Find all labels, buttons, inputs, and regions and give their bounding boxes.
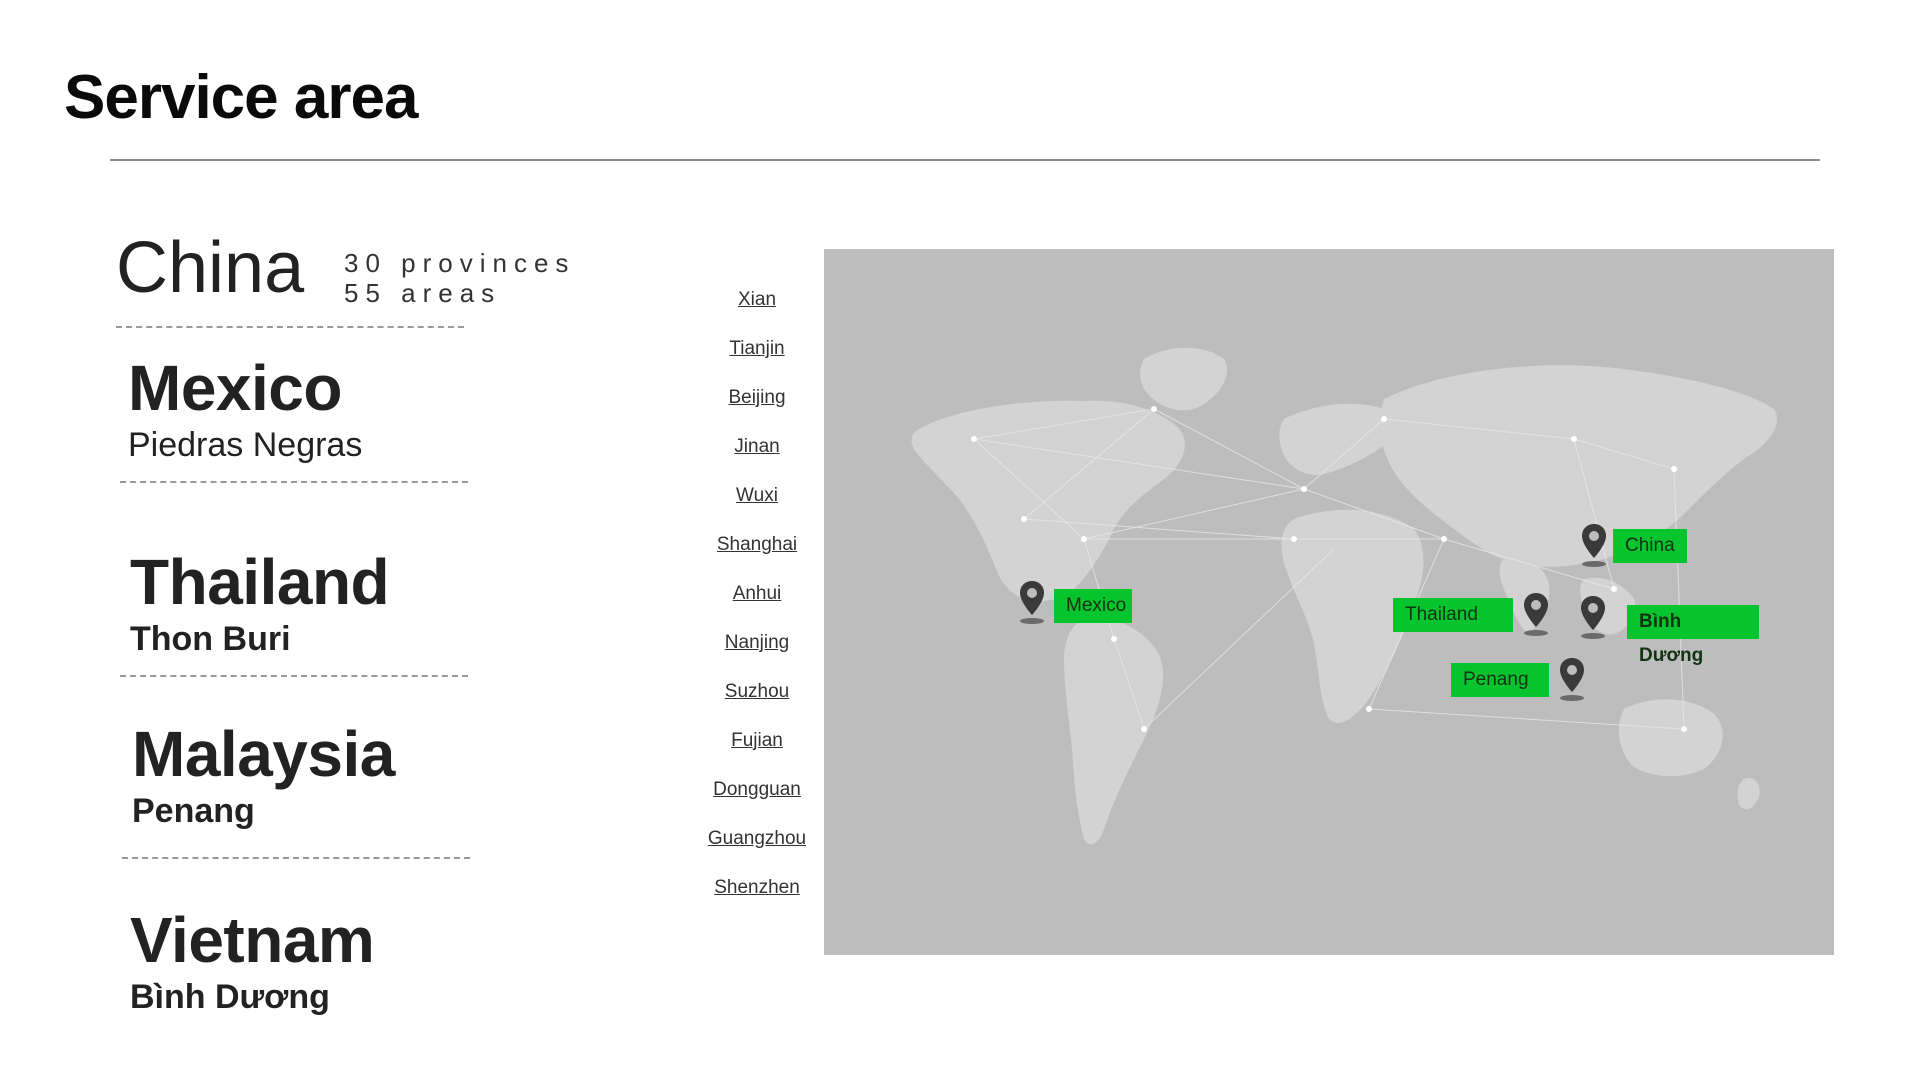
city-list: Xian Tianjin Beijing Jinan Wuxi Shanghai… [700, 280, 814, 917]
city-link-guangzhou[interactable]: Guangzhou [700, 819, 814, 868]
page-title: Service area [64, 63, 418, 132]
city-link-anhui[interactable]: Anhui [700, 574, 814, 623]
map-label-binh-duong[interactable]: Bình Dương [1627, 605, 1759, 666]
city-link-suzhou[interactable]: Suzhou [700, 672, 814, 721]
country-location: Piedras Negras [128, 426, 363, 464]
map-label-thailand[interactable]: Thailand [1393, 598, 1513, 632]
country-thailand: Thailand Thon Buri [130, 550, 550, 659]
country-name: Mexico [128, 352, 342, 424]
location-pin-icon[interactable] [1521, 591, 1551, 637]
china-areas: 55 areas [344, 278, 502, 308]
country-location: Bình Dương [130, 978, 330, 1016]
country-china-name: China [116, 228, 305, 308]
location-pin-icon[interactable] [1579, 522, 1609, 568]
divider-mexico [120, 481, 468, 483]
city-link-tianjin[interactable]: Tianjin [700, 329, 814, 378]
greenland [1140, 347, 1228, 411]
country-vietnam: Vietnam Bình Dương [130, 908, 550, 1017]
city-link-nanjing[interactable]: Nanjing [700, 623, 814, 672]
city-link-fujian[interactable]: Fujian [700, 721, 814, 770]
new-zealand [1737, 777, 1760, 810]
location-pin-icon[interactable] [1557, 656, 1587, 702]
map-label-penang[interactable]: Penang [1451, 663, 1549, 697]
map-label-china[interactable]: China [1613, 529, 1687, 563]
city-link-dongguan[interactable]: Dongguan [700, 770, 814, 819]
divider-malaysia [122, 857, 470, 859]
country-name: Malaysia [132, 718, 395, 790]
city-link-jinan[interactable]: Jinan [700, 427, 814, 476]
title-divider [110, 159, 1820, 161]
divider-thailand [120, 675, 468, 677]
north-america [911, 400, 1185, 602]
location-pin-icon[interactable] [1017, 579, 1047, 625]
city-link-beijing[interactable]: Beijing [700, 378, 814, 427]
country-mexico: Mexico Piedras Negras [128, 356, 548, 465]
china-provinces: 30 provinces [344, 248, 576, 278]
country-location: Thon Buri [130, 620, 291, 658]
country-malaysia: Malaysia Penang [132, 722, 552, 831]
country-name: Thailand [130, 546, 390, 618]
world-map: Mexico China Thailand Bình Dương Penang [824, 249, 1834, 955]
city-link-shenzhen[interactable]: Shenzhen [700, 868, 814, 917]
australia [1618, 699, 1723, 777]
world-map-graphic [911, 347, 1778, 845]
city-link-xian[interactable]: Xian [700, 280, 814, 329]
divider-china [116, 326, 464, 328]
south-america [1064, 618, 1164, 845]
country-location: Penang [132, 792, 255, 830]
location-pin-icon[interactable] [1578, 594, 1608, 640]
city-link-shanghai[interactable]: Shanghai [700, 525, 814, 574]
country-name: Vietnam [130, 904, 375, 976]
europe [1279, 403, 1394, 475]
city-link-wuxi[interactable]: Wuxi [700, 476, 814, 525]
map-label-mexico[interactable]: Mexico [1054, 589, 1132, 623]
china-stats: 30 provinces 55 areas [344, 248, 575, 308]
